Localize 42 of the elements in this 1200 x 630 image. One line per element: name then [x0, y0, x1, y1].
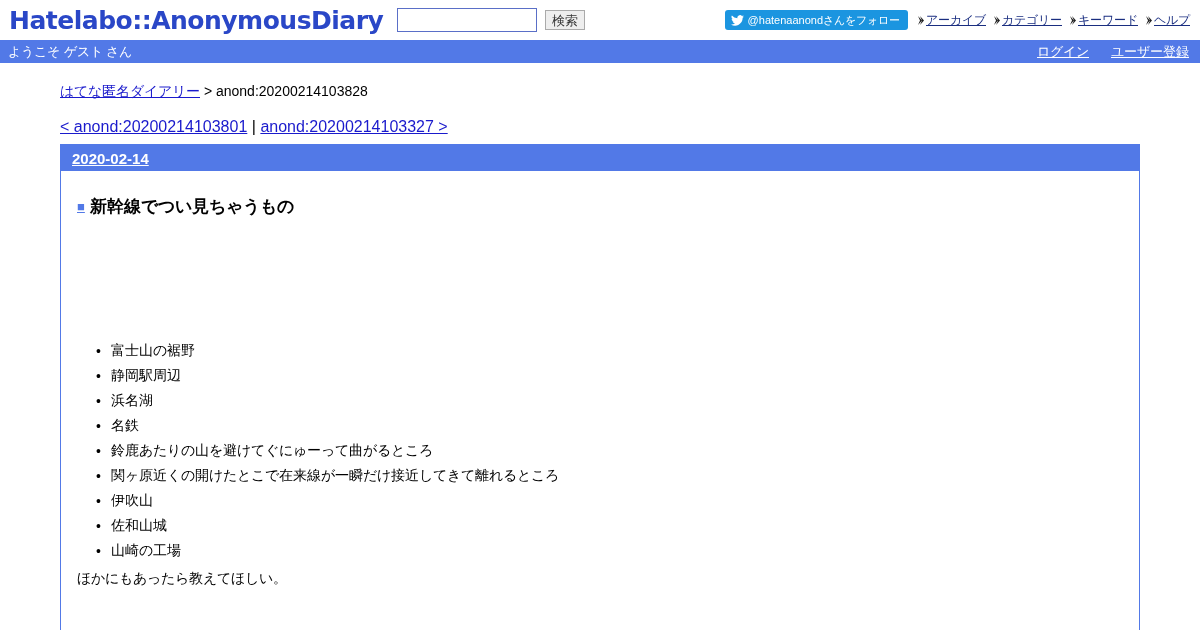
bird-icon [730, 14, 744, 26]
list-item: 伊吹山 [111, 491, 153, 510]
list-item: 静岡駅周辺 [111, 366, 181, 385]
entry-title: 新幹線でつい見ちゃうもの [89, 196, 294, 218]
bullet: • [96, 417, 102, 434]
user-link[interactable]: ログイン [1037, 42, 1089, 61]
pager-separator: | [251, 118, 256, 135]
bullet: • [96, 342, 102, 359]
bullet: • [96, 542, 102, 559]
breadcrumb-link[interactable]: はてな匿名ダイアリー [60, 83, 200, 99]
list-item: 佐和山城 [111, 516, 167, 535]
nav-link[interactable]: ヘルプ [1154, 11, 1190, 29]
closing-text: ほかにもあったら教えてほしい。 [77, 570, 288, 588]
list-item: 名鉄 [111, 416, 139, 435]
entry-permalink[interactable]: ■ [77, 199, 85, 214]
list-item: 関ヶ原近くの開けたとこで在来線が一瞬だけ接近してきて離れるところ [111, 466, 559, 485]
nav-link[interactable]: キーワード [1078, 11, 1138, 29]
user-link[interactable]: ユーザー登録 [1111, 42, 1189, 61]
bullet: • [96, 492, 102, 509]
arrow-icon [918, 15, 924, 25]
list-item: 富士山の裾野 [111, 341, 195, 360]
bullet: • [96, 392, 102, 409]
next-link[interactable]: anond:20200214103327 > [260, 118, 448, 135]
nav-link[interactable]: アーカイブ [926, 11, 986, 29]
list-item: 山崎の工場 [111, 541, 181, 560]
list-item: 鈴鹿あたりの山を避けてぐにゅーって曲がるところ [111, 441, 433, 460]
list-item: 浜名湖 [111, 391, 153, 410]
bullet: • [96, 517, 102, 534]
site-logo[interactable]: Hatelabo::AnonymousDiary [9, 5, 384, 35]
arrow-icon [1146, 15, 1152, 25]
breadcrumb-current: > anond:20200214103828 [203, 83, 368, 99]
welcome-text: ようこそ ゲスト さん [8, 42, 133, 61]
arrow-icon [1070, 15, 1076, 25]
search-button[interactable]: 検索 [545, 10, 586, 30]
bullet: • [96, 442, 102, 459]
nav-link[interactable]: カテゴリー [1002, 11, 1062, 29]
bullet: • [96, 367, 102, 384]
date-link[interactable]: 2020-02-14 [72, 149, 149, 167]
search-field[interactable] [397, 8, 538, 32]
arrow-icon [994, 15, 1000, 25]
bullet: • [96, 467, 102, 484]
prev-link[interactable]: < anond:20200214103801 [60, 118, 248, 135]
